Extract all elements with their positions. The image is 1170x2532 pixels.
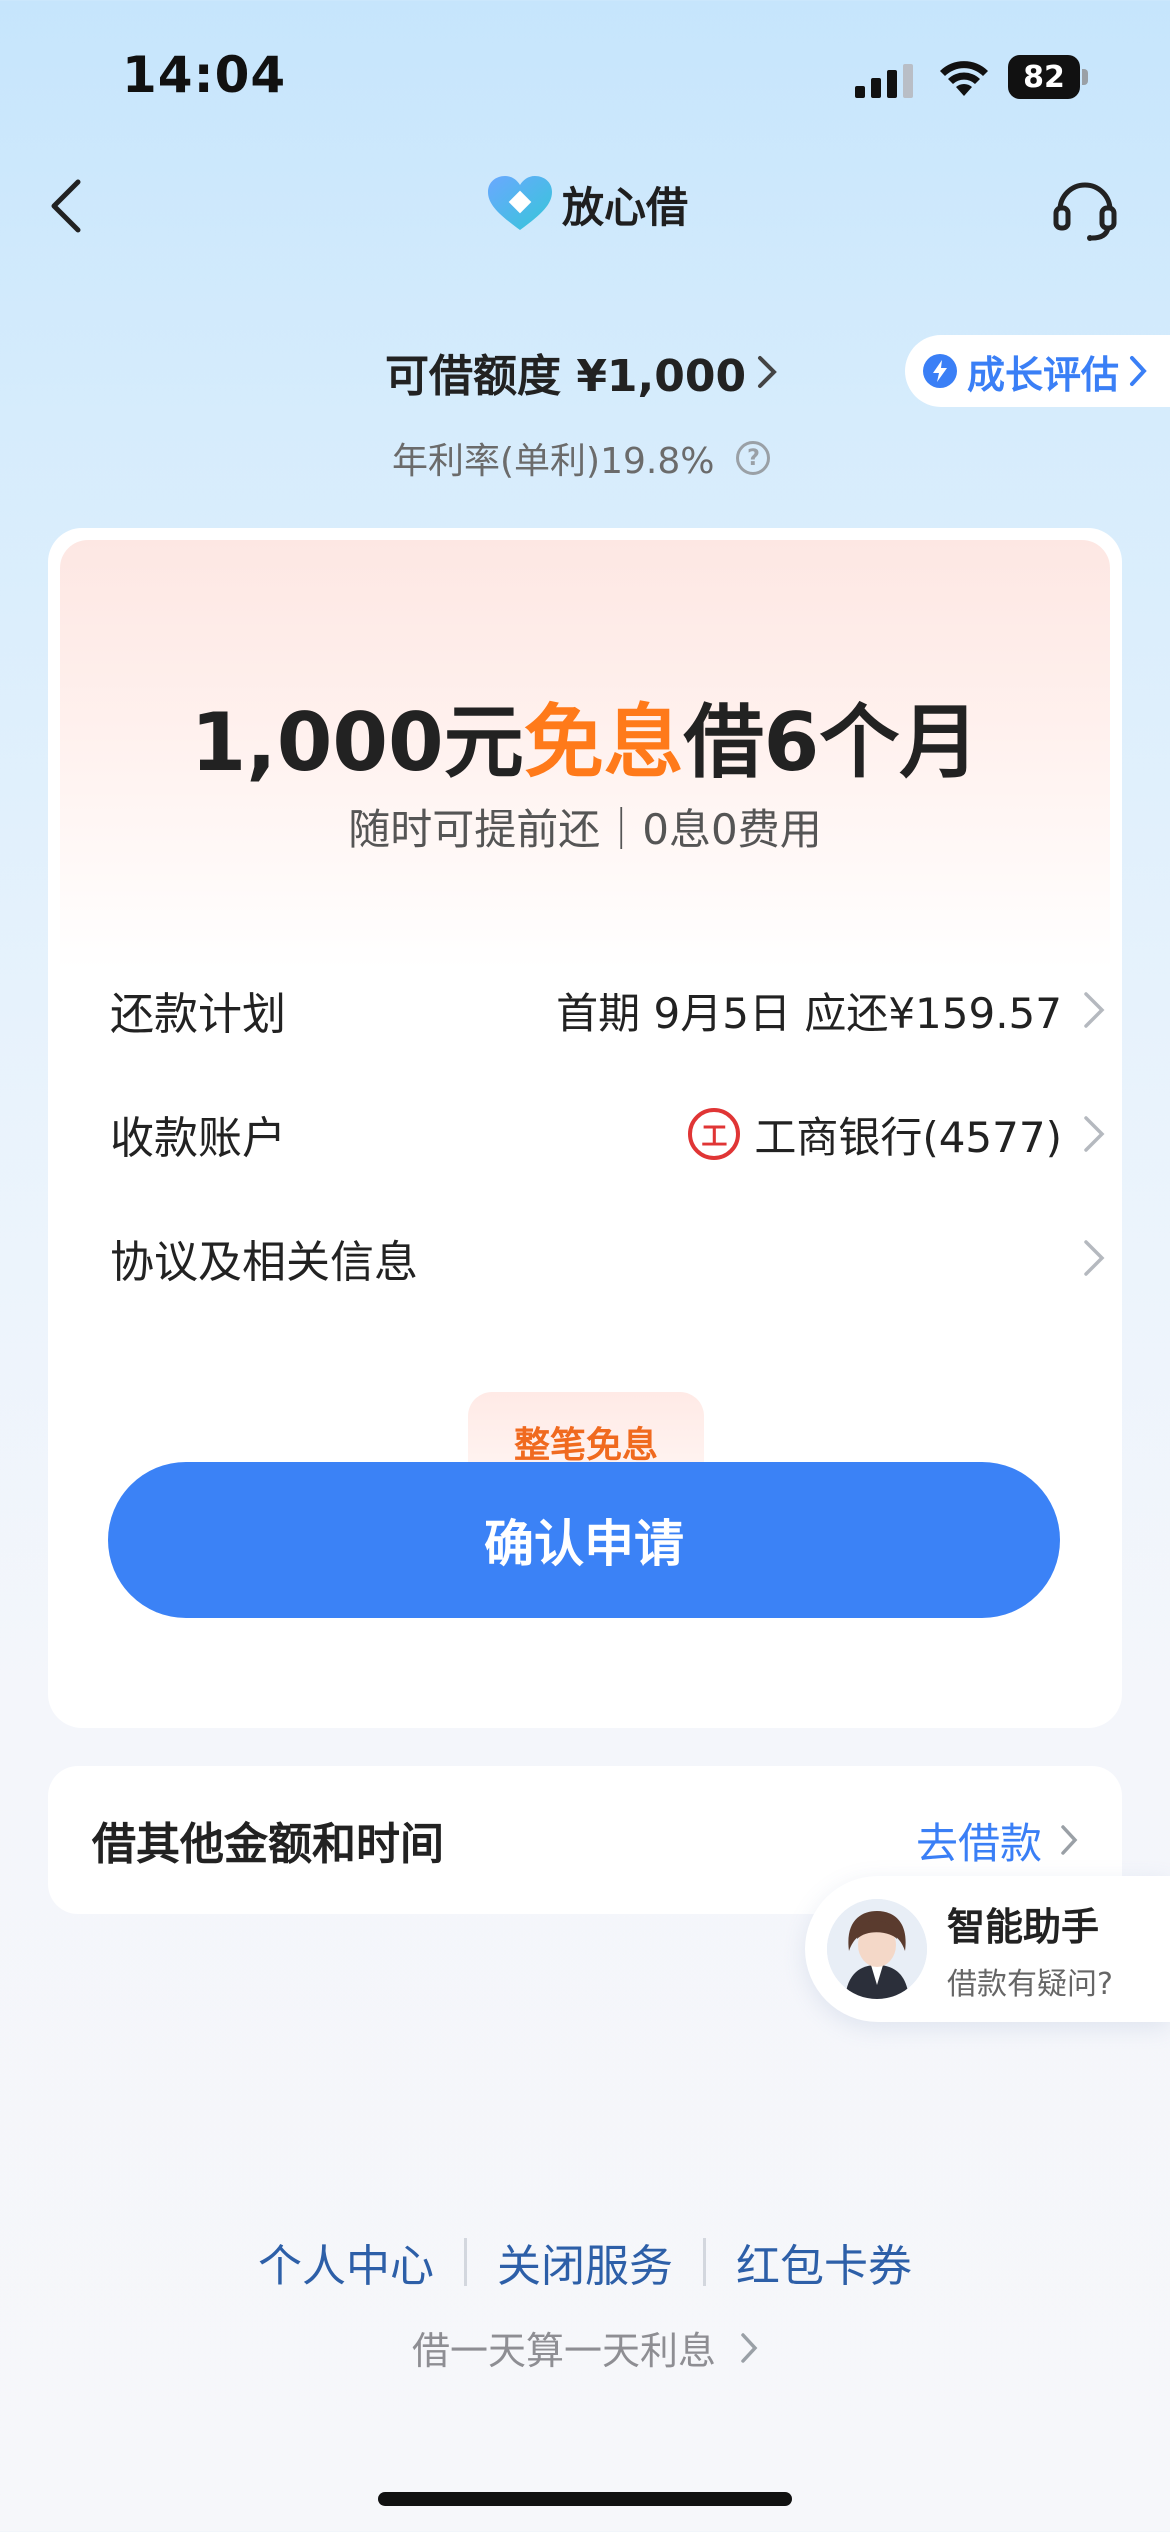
growth-assessment-label: 成长评估 <box>967 352 1120 397</box>
receiving-account-row[interactable]: 收款账户 工 工商银行(4577) <box>110 1094 1106 1174</box>
back-icon[interactable] <box>46 176 86 236</box>
chevron-right-icon <box>1061 1825 1078 1855</box>
annual-rate-label: 年利率(单利)19.8% <box>392 441 715 482</box>
offer-amount: 1,000元 <box>190 696 524 789</box>
repayment-plan-value: 首期 9月5日 应还¥159.57 <box>556 988 1062 1038</box>
chevron-right-icon <box>1084 992 1105 1028</box>
smart-assistant-button[interactable]: 智能助手 借款有疑问? <box>805 1876 1170 2022</box>
loan-offer-card: 1,000元免息借6个月 随时可提前还｜0息0费用 还款计划 首期 9月5日 应… <box>48 528 1122 1728</box>
icbc-bank-icon: 工 <box>688 1108 741 1160</box>
help-icon[interactable]: ? <box>736 441 771 475</box>
offer-subtitle: 随时可提前还｜0息0费用 <box>348 805 822 854</box>
assistant-name: 智能助手 <box>947 1904 1100 1949</box>
personal-center-link[interactable]: 个人中心 <box>228 2230 464 2294</box>
daily-interest-note[interactable]: 借一天算一天利息 <box>0 2320 1170 2375</box>
chevron-right-icon <box>1084 1116 1105 1152</box>
battery-icon: 82 <box>1008 55 1088 99</box>
go-borrow-link[interactable]: 去借款 <box>916 1810 1078 1871</box>
offer-headline: 1,000元免息借6个月 <box>48 678 1122 794</box>
offer-highlight: 免息 <box>523 696 684 789</box>
brand-logo-icon <box>488 176 552 230</box>
daily-interest-label: 借一天算一天利息 <box>411 2329 716 2373</box>
home-indicator[interactable] <box>378 2492 792 2506</box>
assistant-subtitle: 借款有疑问? <box>947 1966 1113 2002</box>
repayment-plan-row[interactable]: 还款计划 首期 9月5日 应还¥159.57 <box>110 970 1106 1050</box>
chevron-right-icon <box>741 2332 758 2363</box>
brand-title: 放心借 <box>562 183 689 232</box>
wifi-icon <box>940 61 988 96</box>
receiving-account-value: 工 工商银行(4577) <box>688 1104 1062 1165</box>
confirm-apply-button[interactable]: 确认申请 <box>108 1462 1060 1618</box>
growth-assessment-button[interactable]: 成长评估 <box>905 335 1170 407</box>
footer-links: 个人中心 关闭服务 红包卡券 <box>0 2230 1170 2294</box>
bank-account-text: 工商银行(4577) <box>754 1112 1062 1162</box>
credit-limit-label: 可借额度 ¥1,000 <box>385 351 747 402</box>
lightning-icon <box>923 354 957 388</box>
go-borrow-label: 去借款 <box>915 1818 1042 1868</box>
chevron-right-icon <box>758 356 777 388</box>
chevron-right-icon <box>1084 1240 1105 1276</box>
chevron-right-icon <box>1130 356 1147 386</box>
repayment-plan-label: 还款计划 <box>110 989 286 1040</box>
other-amount-label: 借其他金额和时间 <box>92 1819 444 1870</box>
agreement-row[interactable]: 协议及相关信息 <box>110 1218 1106 1298</box>
credit-limit[interactable]: 可借额度 ¥1,000 <box>385 340 778 404</box>
offer-term: 借6个月 <box>683 696 980 789</box>
assistant-avatar <box>827 1899 927 1999</box>
status-time: 14:04 <box>122 46 287 104</box>
annual-rate: 年利率(单利)19.8% ? <box>392 432 771 484</box>
agreement-label: 协议及相关信息 <box>110 1237 418 1288</box>
cellular-signal-icon <box>855 64 913 98</box>
customer-service-icon[interactable] <box>1050 172 1120 242</box>
battery-level: 82 <box>1008 55 1080 99</box>
receiving-account-label: 收款账户 <box>110 1113 286 1164</box>
coupons-link[interactable]: 红包卡券 <box>706 2230 942 2294</box>
assistant-text: 智能助手 借款有疑问? <box>947 1896 1113 2003</box>
close-service-link[interactable]: 关闭服务 <box>467 2230 703 2294</box>
